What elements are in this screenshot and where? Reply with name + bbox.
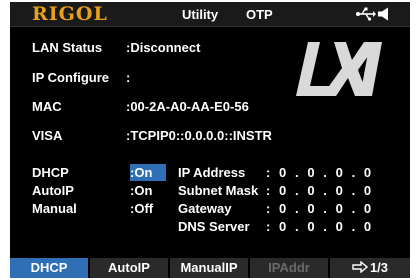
instrument-screen: RIGOL Utility OTP LAN Status :Disconnect…	[10, 2, 410, 278]
softkey-page-label: 1/3	[369, 260, 389, 275]
softkey-dhcp-label: DHCP	[30, 260, 68, 275]
visa-value: :TCPIP0::0.0.0.0::INSTR	[126, 128, 272, 143]
softkey-dhcp[interactable]: DHCP	[10, 258, 90, 278]
softkey-ipaddr[interactable]: IPAddr	[250, 258, 330, 278]
manual-value[interactable]: :Off	[130, 201, 153, 216]
menu-title: Utility	[182, 7, 219, 22]
softkey-next-page[interactable]: 1/3	[330, 258, 410, 278]
next-page-arrow-icon	[352, 261, 368, 273]
softkey-autoip[interactable]: AutoIP	[90, 258, 170, 278]
speaker-icon	[378, 7, 388, 21]
autoip-label: AutoIP	[32, 183, 74, 198]
ip-configure-value: :	[126, 70, 131, 85]
softkey-manualip[interactable]: ManualIP	[170, 258, 250, 278]
subnet-mask-value: : 0 . 0 . 0 . 0	[266, 183, 372, 198]
softkey-ipaddr-label: IPAddr	[268, 260, 310, 275]
visa-label: VISA	[32, 128, 63, 143]
autoip-value[interactable]: :On	[130, 183, 152, 198]
usb-icon	[356, 7, 376, 21]
gateway-value: : 0 . 0 . 0 . 0	[266, 201, 372, 216]
softkey-autoip-label: AutoIP	[108, 260, 150, 275]
manual-label: Manual	[32, 201, 77, 216]
lxi-logo	[296, 42, 382, 96]
mac-value: :00-2A-A0-AA-E0-56	[126, 99, 249, 114]
dhcp-value[interactable]: :On	[130, 165, 152, 180]
ip-address-label: IP Address	[178, 165, 246, 180]
top-bar: RIGOL Utility OTP	[10, 2, 410, 27]
mac-label: MAC	[32, 99, 62, 114]
dns-server-label: DNS Server	[178, 219, 250, 234]
lan-status-label: LAN Status	[32, 40, 103, 55]
subnet-mask-label: Subnet Mask	[178, 183, 259, 198]
ip-address-value: : 0 . 0 . 0 . 0	[266, 165, 372, 180]
brand-logo: RIGOL	[32, 3, 108, 25]
dhcp-label: DHCP	[32, 165, 69, 180]
lan-status-value: :Disconnect	[126, 40, 201, 55]
softkey-manualip-label: ManualIP	[180, 260, 238, 275]
mode-indicator: OTP	[246, 7, 273, 22]
dns-server-value: : 0 . 0 . 0 . 0	[266, 219, 372, 234]
softkey-bar: DHCP AutoIP ManualIP IPAddr 1/3	[10, 258, 410, 278]
ip-configure-label: IP Configure	[32, 70, 110, 85]
gateway-label: Gateway	[178, 201, 232, 216]
